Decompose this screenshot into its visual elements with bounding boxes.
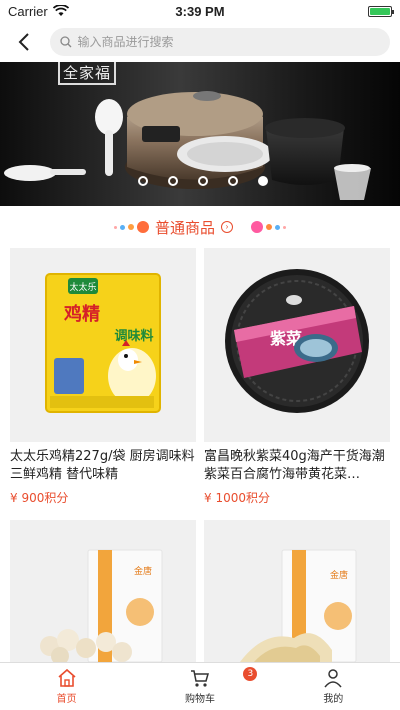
product-image: 金唐 <box>10 520 196 662</box>
product-title: 太太乐鸡精227g/袋 厨房调味料三鲜鸡精 替代味精 <box>10 449 195 482</box>
product-image: 太太乐 鸡精 调味料 <box>10 248 196 442</box>
back-button[interactable] <box>10 28 38 56</box>
status-time: 3:39 PM <box>175 3 225 19</box>
search-icon <box>59 36 71 48</box>
cart-badge: 3 <box>243 667 258 681</box>
cart-icon <box>190 670 209 687</box>
lotus-seed-bag-image: 金唐 <box>40 549 163 662</box>
carousel-dot[interactable] <box>228 176 238 186</box>
status-bar: Carrier 3:39 PM <box>0 0 400 22</box>
product-image: 金唐 <box>204 520 390 662</box>
tab-cart[interactable]: 3 购物车 <box>133 663 266 710</box>
battery-icon <box>368 5 394 17</box>
tab-profile-label: 我的 <box>323 694 344 705</box>
carrier-label: Carrier <box>8 3 48 19</box>
banner-carousel[interactable]: 全家福 <box>0 62 400 206</box>
header <box>0 22 400 62</box>
tab-home-label: 首页 <box>56 694 77 705</box>
search-bar[interactable] <box>49 28 390 56</box>
search-input[interactable] <box>77 35 358 49</box>
svg-text:调味料: 调味料 <box>114 328 153 344</box>
tab-profile[interactable]: 我的 <box>267 663 400 710</box>
product-title: 富昌晚秋紫菜40g海产干货海潮紫菜百合腐竹海带黄花菜… <box>204 449 385 482</box>
decor-left-icon <box>113 221 149 233</box>
chicken-essence-bag-image: 太太乐 鸡精 调味料 <box>45 273 161 413</box>
product-price: ¥ 1000积分 <box>204 491 270 505</box>
svg-text:金唐: 金唐 <box>330 569 348 581</box>
product-grid: 太太乐 鸡精 调味料 太太乐鸡精227g/袋 厨房调味料三鲜鸡精 替代味精 ¥ … <box>0 248 400 662</box>
product-image: 紫菜 <box>204 248 390 442</box>
tab-home[interactable]: 首页 <box>0 663 133 710</box>
product-card[interactable]: 金唐 <box>204 520 390 662</box>
status-left: Carrier <box>8 4 148 19</box>
svg-text:太太乐: 太太乐 <box>69 281 96 293</box>
seaweed-disc-image: 紫菜 <box>225 269 369 413</box>
section-header[interactable]: 普通商品 › <box>0 206 400 248</box>
carousel-dots <box>138 176 268 186</box>
tofu-skin-bag-image: 金唐 <box>240 549 357 662</box>
carousel-dot[interactable] <box>168 176 178 186</box>
chevron-left-icon <box>18 33 29 51</box>
svg-text:金唐: 金唐 <box>134 565 152 577</box>
product-card[interactable]: 金唐 <box>10 520 196 662</box>
product-price: ¥ 900积分 <box>10 491 69 505</box>
battery-level <box>370 7 390 15</box>
section-title: 普通商品 <box>154 218 215 237</box>
carousel-dot-active[interactable] <box>258 176 268 186</box>
product-card[interactable]: 太太乐 鸡精 调味料 太太乐鸡精227g/袋 厨房调味料三鲜鸡精 替代味精 ¥ … <box>10 248 196 506</box>
carousel-dot[interactable] <box>138 176 148 186</box>
status-right <box>252 5 394 17</box>
home-icon <box>58 668 76 687</box>
product-card[interactable]: 紫菜 富昌晚秋紫菜40g海产干货海潮紫菜百合腐竹海带黄花菜… ¥ 1000积分 <box>204 248 390 506</box>
tab-bar: 首页 3 购物车 我的 <box>0 662 400 710</box>
chevron-right-icon: › <box>221 221 233 233</box>
carousel-dot[interactable] <box>198 176 208 186</box>
wifi-icon <box>52 5 69 16</box>
decor-right-icon <box>251 221 286 233</box>
app-screen: Carrier 3:39 PM 输入商品进行搜索 全家福 普通商品 › 太太乐 … <box>0 0 400 710</box>
svg-text:鸡精: 鸡精 <box>63 303 100 325</box>
tab-cart-label: 购物车 <box>184 694 215 705</box>
user-icon <box>324 669 342 688</box>
